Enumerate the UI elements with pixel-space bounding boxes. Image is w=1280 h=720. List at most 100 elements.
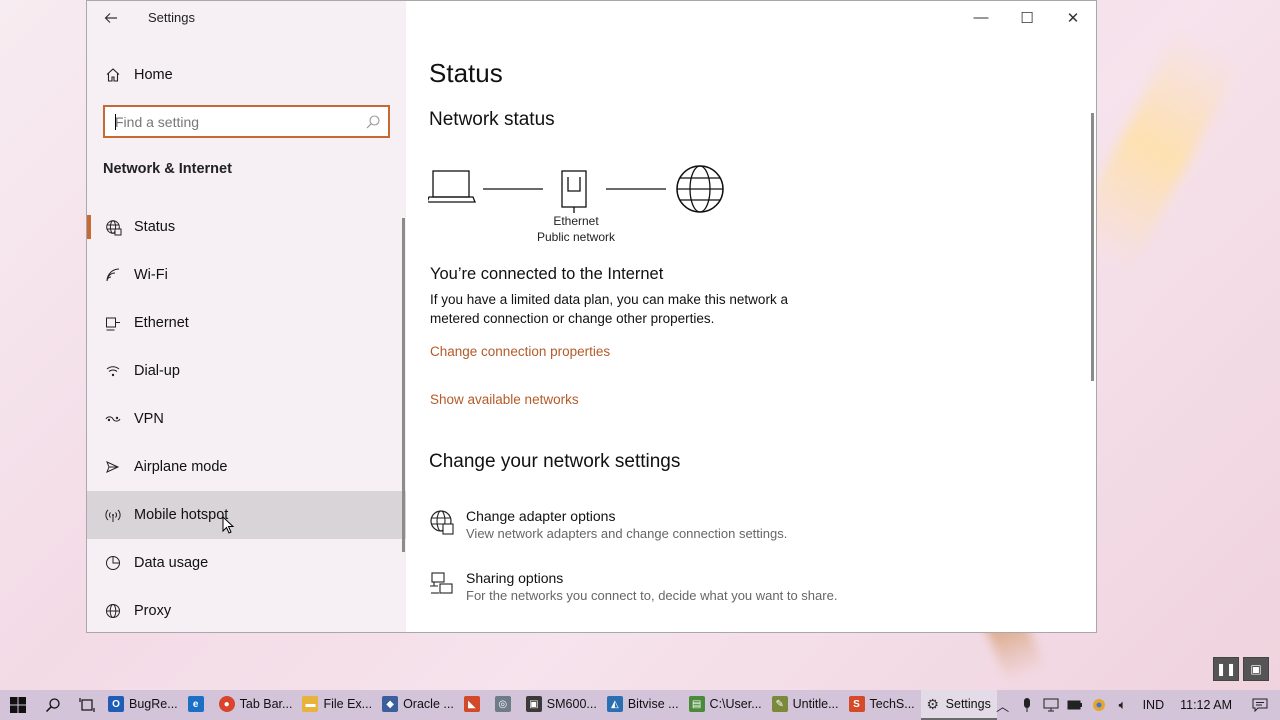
settings-gear-icon: ⚙ (926, 695, 939, 712)
taskbar-app-eraser[interactable]: ◣ (460, 690, 491, 720)
option-title: Sharing options (466, 570, 564, 586)
search-setting-field[interactable] (103, 105, 390, 138)
sidebar-item-status[interactable]: Status (87, 203, 406, 251)
sidebar-item-airplane-mode[interactable]: Airplane mode (87, 443, 406, 491)
back-arrow-icon[interactable] (101, 6, 121, 30)
clock[interactable]: 11:12 AM (1172, 698, 1240, 712)
sidebar-item-data-usage[interactable]: Data usage (87, 539, 406, 587)
microphone-icon[interactable] (1015, 690, 1039, 720)
taskbar-app-tool[interactable]: ◎ (491, 690, 522, 720)
home-label: Home (134, 67, 173, 83)
edge-icon: e (187, 696, 204, 712)
start-button[interactable] (0, 690, 36, 720)
taskbar: O BugRe... e ● Tab Bar... ▬ File Ex... ◆ Ora… (0, 690, 1280, 720)
sidebar-scrollbar[interactable] (402, 218, 405, 552)
sidebar-item-proxy[interactable]: Proxy (87, 587, 406, 632)
taskbar-app-label: C:\User... (709, 697, 762, 711)
taskbar-app-label: File Ex... (323, 697, 373, 711)
sidebar-item-mobile-hotspot[interactable]: Mobile hotspot (87, 491, 406, 539)
volume-icon[interactable]: 🔈︎ (1111, 690, 1135, 720)
minimize-button[interactable]: — (958, 1, 1004, 34)
techsmith-icon: S (848, 696, 865, 712)
connection-status-title: You’re connected to the Internet (430, 265, 664, 283)
sharing-icon (430, 572, 453, 594)
taskbar-app-edge[interactable]: e (184, 690, 215, 720)
window-controls: — ☐ ✕ (958, 1, 1096, 34)
chrome-tray-icon[interactable] (1087, 690, 1111, 720)
taskbar-app-sm600[interactable]: ▣ SM600... (522, 690, 603, 720)
taskbar-search-icon[interactable] (36, 690, 70, 720)
maximize-button[interactable]: ☐ (1004, 1, 1050, 34)
globe-network-icon (103, 217, 123, 237)
sidebar-item-ethernet[interactable]: Ethernet (87, 299, 406, 347)
system-tray: ︿ 🔈︎ IND 11:12 AM (991, 690, 1280, 720)
change-connection-properties-link[interactable]: Change connection properties (430, 344, 610, 359)
adapter-globe-icon (430, 510, 454, 535)
paint-icon: ✎ (771, 696, 788, 712)
ethernet-port-icon (561, 170, 587, 213)
connection-caption: Ethernet Public network (526, 213, 626, 245)
option-title: Change adapter options (466, 508, 616, 524)
hotspot-icon (103, 505, 123, 525)
sidebar-item-label: Ethernet (134, 315, 189, 331)
content-scrollbar[interactable] (1091, 113, 1094, 381)
ethernet-icon (103, 313, 123, 333)
home-nav[interactable]: Home (103, 63, 173, 87)
search-input[interactable] (105, 107, 388, 136)
pause-icon[interactable]: ❚❚ (1213, 657, 1239, 681)
task-view-icon[interactable] (70, 690, 104, 720)
sidebar-item-wifi[interactable]: Wi-Fi (87, 251, 406, 299)
text-caret (115, 114, 116, 130)
taskbar-app-oracle[interactable]: ◆ Oracle ... (378, 690, 460, 720)
taskbar-app-notepad[interactable]: ▤ C:\User... (685, 690, 768, 720)
option-description: For the networks you connect to, decide … (466, 588, 838, 603)
chrome-icon: ● (218, 696, 235, 712)
recorder-controls: ❚❚ ▣ (1213, 657, 1269, 681)
tool-icon: ◎ (494, 696, 511, 712)
settings-sidebar: Settings Home Network & Internet Status (87, 1, 406, 632)
taskbar-app-chrome[interactable]: ● Tab Bar... (215, 690, 299, 720)
internet-globe-icon (676, 165, 724, 213)
network-profile-label: Public network (536, 230, 616, 244)
sidebar-item-label: Dial-up (134, 363, 180, 379)
dialup-icon (103, 361, 123, 381)
terminal-icon: ▣ (525, 696, 542, 712)
sharing-options[interactable]: Sharing options For the networks you con… (429, 569, 989, 619)
language-indicator[interactable]: IND (1135, 698, 1173, 712)
sidebar-item-vpn[interactable]: VPN (87, 395, 406, 443)
taskbar-app-outlook[interactable]: O BugRe... (104, 690, 184, 720)
mouse-cursor-icon (222, 516, 234, 534)
network-tray-icon[interactable] (1039, 690, 1063, 720)
taskbar-app-settings[interactable]: ⚙ Settings (920, 690, 997, 720)
change-adapter-options[interactable]: Change adapter options View network adap… (429, 507, 989, 557)
eraser-icon: ◣ (463, 696, 480, 712)
home-icon (103, 65, 123, 85)
folder-icon: ▬ (302, 696, 319, 712)
taskbar-app-techsmith[interactable]: S TechS... (845, 690, 921, 720)
sidebar-item-dialup[interactable]: Dial-up (87, 347, 406, 395)
camera-icon[interactable]: ▣ (1243, 657, 1269, 681)
section-heading: Network & Internet (103, 161, 232, 177)
chevron-up-icon[interactable]: ︿ (991, 690, 1015, 720)
notification-icon[interactable] (1240, 690, 1280, 720)
taskbar-app-label: Untitle... (792, 697, 839, 711)
close-button[interactable]: ✕ (1050, 1, 1096, 34)
sidebar-item-label: Wi-Fi (134, 267, 168, 283)
change-settings-heading: Change your network settings (429, 451, 681, 472)
nav-list: Status Wi-Fi Ethernet Dial-up VPN Airpla… (87, 203, 406, 632)
sidebar-item-label: VPN (134, 411, 164, 427)
battery-icon[interactable] (1063, 690, 1087, 720)
taskbar-app-label: BugRe... (129, 697, 178, 711)
wifi-icon (103, 265, 123, 285)
laptop-icon (428, 170, 476, 203)
taskbar-app-paint[interactable]: ✎ Untitle... (768, 690, 845, 720)
option-description: View network adapters and change connect… (466, 526, 788, 541)
taskbar-app-file-explorer[interactable]: ▬ File Ex... (298, 690, 378, 720)
outlook-icon: O (108, 696, 124, 712)
sidebar-item-label: Airplane mode (134, 459, 228, 475)
taskbar-app-label: Settings (945, 697, 991, 711)
show-available-networks-link[interactable]: Show available networks (430, 392, 579, 407)
taskbar-app-bitvise[interactable]: ◭ Bitvise ... (603, 690, 685, 720)
bitvise-icon: ◭ (606, 696, 623, 712)
taskbar-app-label: TechS... (869, 697, 915, 711)
